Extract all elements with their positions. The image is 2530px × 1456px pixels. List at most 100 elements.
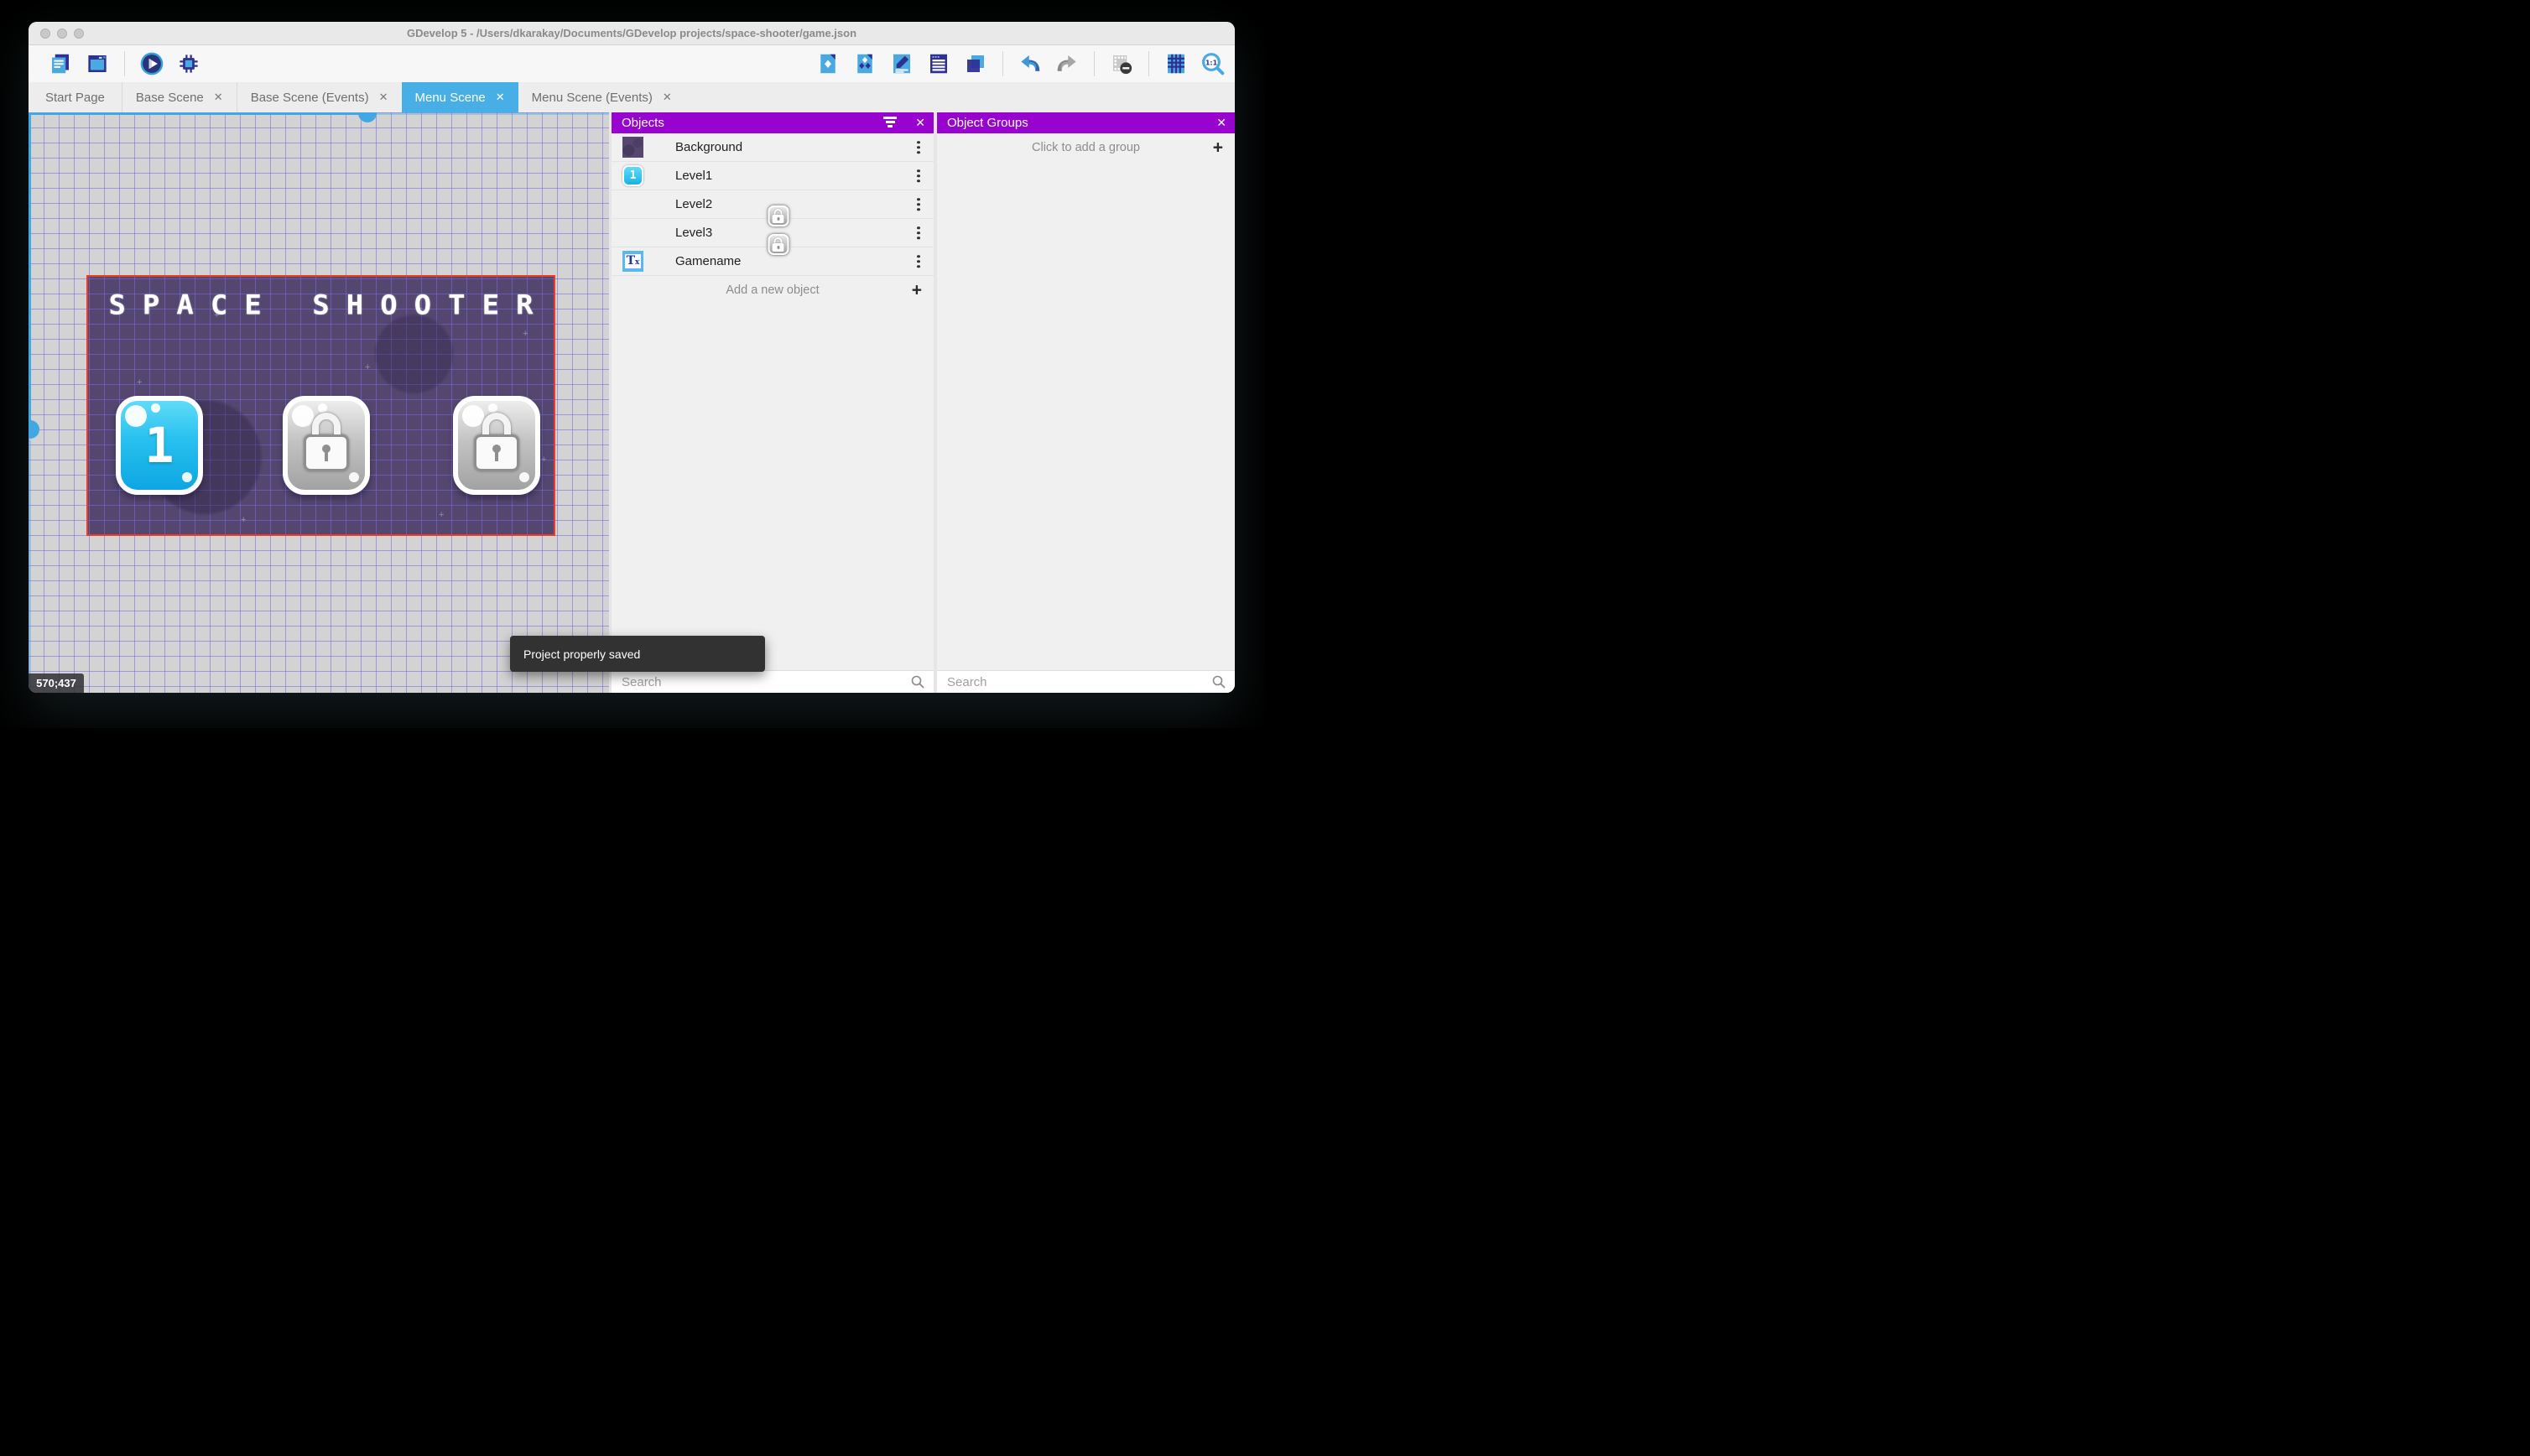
object-row-gamename[interactable]: Tx Gamename <box>612 247 934 276</box>
zoom-window-button[interactable] <box>74 29 84 39</box>
close-icon[interactable]: ✕ <box>379 91 388 104</box>
level1-button-instance[interactable]: 1 <box>116 396 203 495</box>
window-title: GDevelop 5 - /Users/dkarakay/Documents/G… <box>406 27 857 39</box>
tab-label: Start Page <box>45 90 105 105</box>
plus-icon[interactable]: + <box>1213 139 1223 157</box>
toolbar-separator <box>1002 51 1003 76</box>
text-object-icon: Tx <box>622 251 643 272</box>
objects-search-input[interactable] <box>622 674 910 689</box>
object-label: Level1 <box>675 169 713 183</box>
objects-panel-header: Objects ✕ <box>612 112 934 133</box>
objects-panel-title: Objects <box>622 116 664 130</box>
minimize-window-button[interactable] <box>57 29 67 39</box>
titlebar: GDevelop 5 - /Users/dkarakay/Documents/G… <box>29 22 1235 45</box>
plus-icon[interactable]: + <box>912 282 922 299</box>
scene-window-icon[interactable] <box>84 50 111 77</box>
tab-start-page[interactable]: Start Page <box>29 82 122 112</box>
horizontal-scrollbar-handle[interactable] <box>358 112 377 122</box>
debug-icon[interactable] <box>175 50 202 77</box>
search-icon <box>911 675 924 689</box>
object-row-level3[interactable]: Level3 <box>612 219 934 255</box>
star-decoration: + <box>523 329 528 339</box>
object-groups-panel-title: Object Groups <box>947 116 1028 130</box>
save-toast: Project properly saved <box>510 636 765 672</box>
star-decoration: + <box>241 515 247 525</box>
tab-menu-scene[interactable]: Menu Scene ✕ <box>401 82 518 112</box>
scene-background-instance[interactable]: SPACE SHOOTER + + + + + + + + + + + <box>86 275 555 536</box>
close-icon[interactable]: ✕ <box>915 112 925 133</box>
tab-base-scene[interactable]: Base Scene ✕ <box>121 82 237 112</box>
tab-label: Base Scene <box>135 90 204 105</box>
star-decoration: + <box>439 510 445 520</box>
main-content: SPACE SHOOTER + + + + + + + + + + + <box>29 112 1235 693</box>
object-row-level2[interactable]: Level2 <box>612 190 934 226</box>
vertical-scrollbar-fill[interactable] <box>29 112 31 429</box>
horizontal-scrollbar-track[interactable] <box>367 112 609 115</box>
star-decoration: + <box>541 455 547 465</box>
vertical-scrollbar-handle[interactable] <box>29 420 39 439</box>
lock-icon <box>304 413 349 471</box>
svg-text:1:1: 1:1 <box>1205 59 1218 66</box>
toolbar-separator <box>1148 51 1149 76</box>
grid-icon[interactable] <box>1163 50 1190 77</box>
scene-editor-canvas[interactable]: SPACE SHOOTER + + + + + + + + + + + <box>29 112 609 693</box>
object-groups-panel-icon[interactable] <box>851 50 878 77</box>
objects-panel-icon[interactable] <box>815 50 841 77</box>
toolbar-left-group <box>47 50 202 77</box>
kebab-menu-icon[interactable] <box>917 226 920 240</box>
instances-list-icon[interactable] <box>925 50 952 77</box>
gloss-highlight <box>519 472 529 482</box>
undo-icon[interactable] <box>1017 50 1044 77</box>
object-label: Level2 <box>675 197 713 211</box>
close-icon[interactable]: ✕ <box>1216 112 1226 133</box>
add-new-object-button[interactable]: Add a new object + <box>612 276 934 304</box>
objects-search-bar <box>612 670 934 693</box>
groups-search-bar <box>937 670 1235 693</box>
instances-mask-icon[interactable] <box>1108 50 1135 77</box>
objects-panel: Objects ✕ Background 1 Level1 Level2 Lev… <box>612 112 934 693</box>
object-label: Background <box>675 140 743 154</box>
groups-search-input[interactable] <box>947 674 1211 689</box>
star-decoration: + <box>137 377 143 387</box>
object-groups-panel-header: Object Groups ✕ <box>937 112 1235 133</box>
main-toolbar: 1:1 <box>29 45 1235 82</box>
star-decoration: + <box>417 304 423 314</box>
layers-icon[interactable] <box>962 50 989 77</box>
zoom-reset-icon[interactable]: 1:1 <box>1200 50 1226 77</box>
star-decoration: + <box>365 362 371 372</box>
horizontal-scrollbar-fill[interactable] <box>29 112 367 115</box>
close-icon[interactable]: ✕ <box>496 91 505 104</box>
toolbar-separator <box>124 51 125 76</box>
kebab-menu-icon[interactable] <box>917 254 920 268</box>
toast-message: Project properly saved <box>523 647 641 661</box>
level2-button-instance[interactable] <box>283 396 370 495</box>
kebab-menu-icon[interactable] <box>917 140 920 154</box>
object-row-background[interactable]: Background <box>612 133 934 162</box>
properties-icon[interactable] <box>888 50 915 77</box>
add-object-label: Add a new object <box>726 283 820 297</box>
close-icon[interactable]: ✕ <box>663 91 672 104</box>
groups-panel-empty-area <box>937 162 1235 670</box>
close-icon[interactable]: ✕ <box>214 91 223 104</box>
gdevelop-window: GDevelop 5 - /Users/dkarakay/Documents/G… <box>29 22 1235 693</box>
toolbar-right-group: 1:1 <box>815 50 1226 77</box>
tab-menu-scene-events[interactable]: Menu Scene (Events) ✕ <box>518 82 685 112</box>
level-number: 1 <box>144 417 174 474</box>
object-row-level1[interactable]: 1 Level1 <box>612 162 934 190</box>
filter-icon[interactable] <box>883 117 897 128</box>
play-preview-icon[interactable] <box>138 50 165 77</box>
kebab-menu-icon[interactable] <box>917 197 920 211</box>
add-group-button[interactable]: Click to add a group + <box>937 133 1235 162</box>
objects-panel-empty-area <box>612 304 934 670</box>
tab-base-scene-events[interactable]: Base Scene (Events) ✕ <box>236 82 402 112</box>
tab-label: Menu Scene (Events) <box>531 90 653 105</box>
screenshot-page: GDevelop 5 - /Users/dkarakay/Documents/G… <box>0 0 1265 728</box>
close-window-button[interactable] <box>40 29 50 39</box>
gamename-text-instance[interactable]: SPACE SHOOTER <box>88 289 554 321</box>
vertical-scrollbar-track[interactable] <box>29 439 31 693</box>
level3-button-instance[interactable] <box>453 396 540 495</box>
redo-icon[interactable] <box>1054 50 1080 77</box>
project-manager-icon[interactable] <box>47 50 74 77</box>
kebab-menu-icon[interactable] <box>917 169 920 183</box>
object-groups-panel: Object Groups ✕ Click to add a group + <box>937 112 1235 693</box>
